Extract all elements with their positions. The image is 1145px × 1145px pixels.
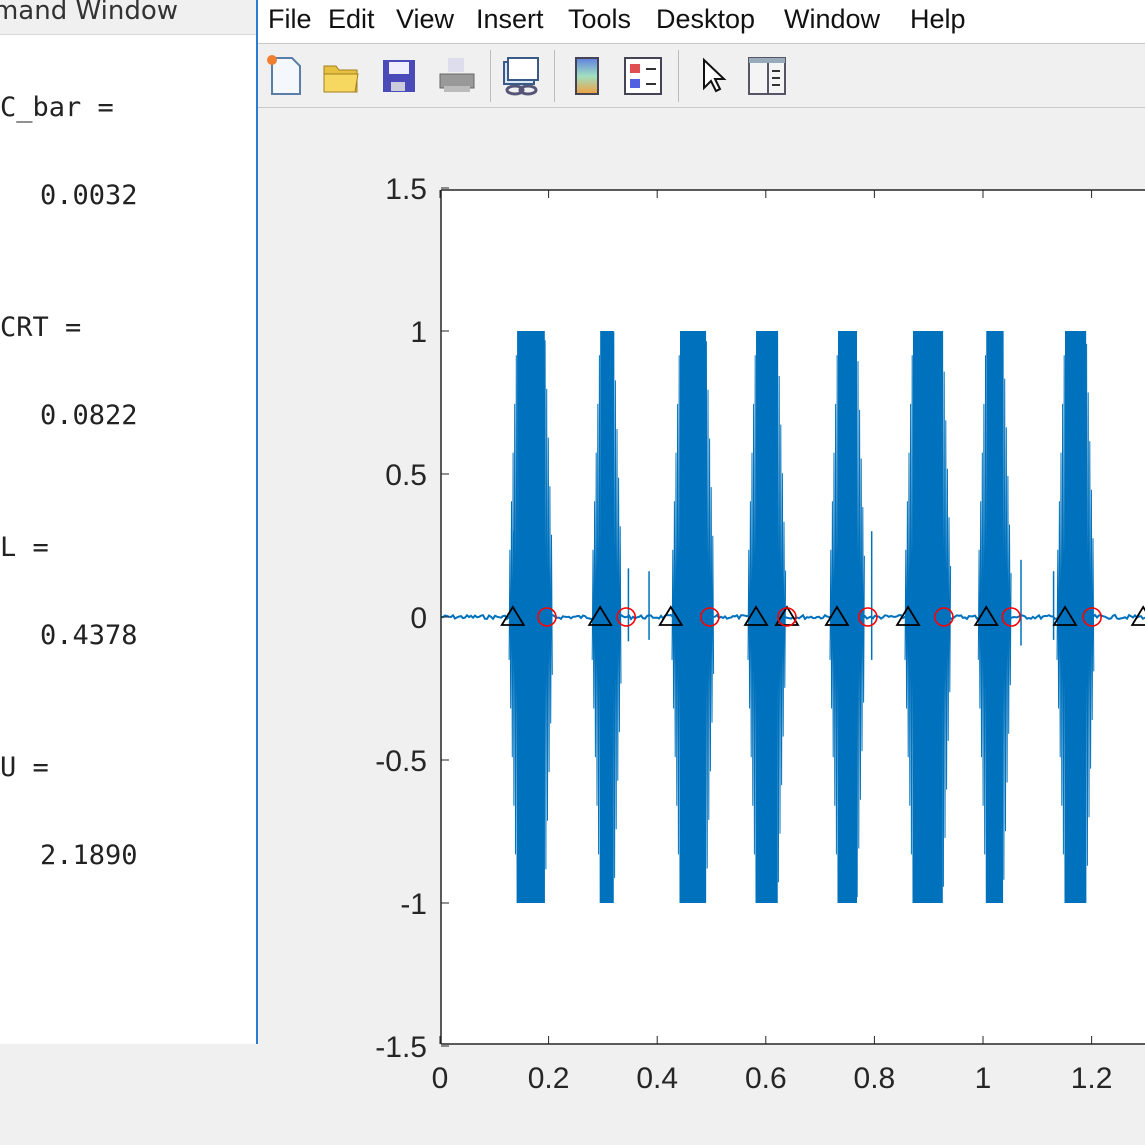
y-tick-label: 1	[410, 316, 427, 349]
x-tick-label: 0.2	[528, 1062, 570, 1095]
y-tick-label: -0.5	[375, 745, 427, 778]
x-tick-label: 0.4	[636, 1062, 678, 1095]
y-tick-label: -1.5	[375, 1031, 427, 1064]
x-tick-label: 1	[975, 1062, 992, 1095]
y-tick-label: -1	[400, 888, 427, 921]
signal-burst-6	[904, 330, 952, 904]
x-tick-label: 0.8	[854, 1062, 896, 1095]
x-tick-label: 0.6	[745, 1062, 787, 1095]
x-tick-label: 1.2	[1071, 1062, 1113, 1095]
x-tick-label: 0	[432, 1062, 449, 1095]
y-tick-label: 0	[410, 602, 427, 635]
plot-area[interactable]: 0 0.2 0.4 0.6 0.8 1 1.2 1.5 1 0.5 0 -0.5 -1 -1.5	[0, 0, 1145, 1145]
burst-oscillation	[904, 330, 952, 904]
y-tick-label: 1.5	[385, 173, 427, 206]
figure-bottom-bg	[0, 1044, 1145, 1145]
y-tick-label: 0.5	[385, 459, 427, 492]
